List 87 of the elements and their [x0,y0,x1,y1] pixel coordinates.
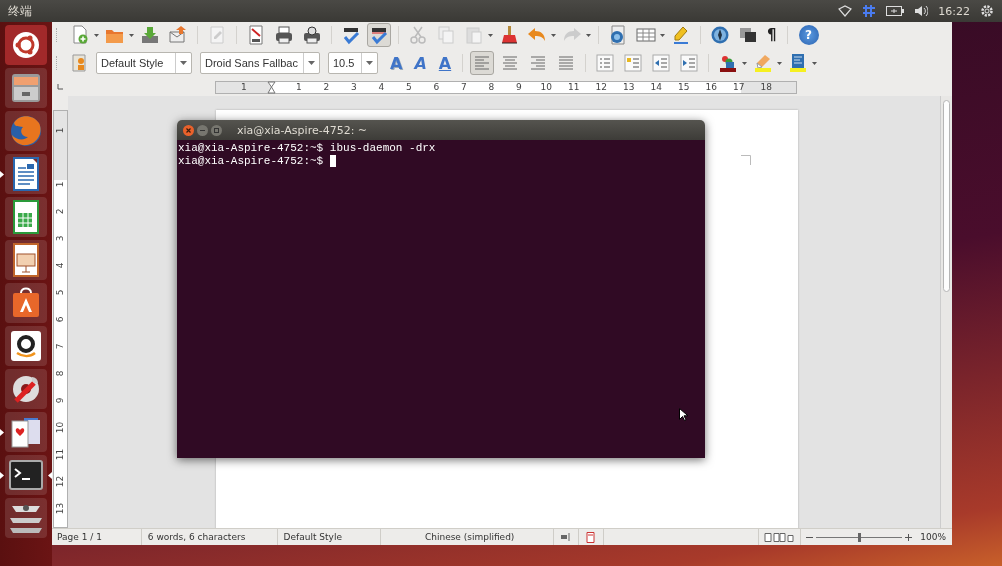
ruler-number: 11 [54,448,66,461]
paragraph-style-box[interactable]: Default Style [96,52,192,74]
ruler-number: 4 [54,262,66,269]
zoom-slider-thumb[interactable] [857,532,861,542]
ruler-number: 10 [539,82,553,92]
ruler-number: 11 [567,82,581,92]
ruler-number: 1 [54,181,66,188]
caret-icon[interactable] [551,33,556,37]
ruler-number: 12 [54,475,66,488]
ruler-number: 2 [54,208,66,215]
terminal-line: xia@xia-Aspire-4752:~$ ibus-daemon -drx [178,142,436,155]
ruler-number: 8 [487,82,496,92]
ruler-number: 5 [54,289,66,296]
ruler-number: 6 [54,316,66,323]
gear-icon[interactable] [980,4,994,18]
font-name-box[interactable]: Droid Sans Fallbac [200,52,320,74]
ruler-number: 12 [594,82,608,92]
drawer-icon[interactable] [5,68,47,108]
ruler-number: 10 [54,421,66,434]
caret-icon[interactable] [660,33,665,37]
ruler-number: 4 [377,82,386,92]
document-icon[interactable] [5,154,47,194]
ruler-number: 18 [759,82,773,92]
ruler-number: 3 [349,82,358,92]
ruler-number: 1 [54,127,66,134]
ruler-number: 15 [677,82,691,92]
ruler-number: 1 [294,82,303,92]
font-size-box[interactable]: 10.5 [328,52,378,74]
clock[interactable]: 16:22 [938,4,970,18]
caret-icon[interactable] [777,61,783,65]
stacked-panels-icon[interactable] [5,498,47,538]
scrollbar[interactable] [940,96,952,528]
underline-button[interactable]: A [434,53,456,73]
ruler-number: 1 [239,82,248,92]
speaker-icon[interactable] [914,5,929,17]
page-layout-icon[interactable] [763,532,794,542]
ruler-number: 7 [54,343,66,350]
wifi-icon[interactable] [838,5,853,17]
ruler-number: 8 [54,370,66,377]
ruler-number: 13 [622,82,636,92]
ruler-number: 9 [514,82,523,92]
mouse-pointer-icon [679,408,688,421]
page-count: Page 1 / 1 [52,529,142,545]
caret-icon[interactable] [742,61,748,65]
caret-icon[interactable] [586,33,591,37]
maximize-icon[interactable] [211,124,222,136]
document-modified-icon[interactable] [586,531,596,543]
zoom-percent[interactable]: 100% [915,529,952,545]
zoom-in-icon[interactable] [904,533,912,541]
keyboard-grid-icon[interactable] [862,4,877,18]
shadow-button[interactable]: A [386,53,407,73]
ruler-number: 5 [404,82,413,92]
caret-icon[interactable] [94,33,99,37]
italic-button[interactable]: A [410,53,431,73]
ruler-number: 13 [54,502,66,515]
presentation-icon[interactable] [5,240,47,280]
playing-cards-icon[interactable] [5,412,47,452]
caret-icon[interactable] [488,33,493,37]
window-title: 终端 [8,2,32,20]
margin-corner-icon [741,155,751,165]
page-style: Default Style [277,529,382,545]
ruler-number: 9 [54,397,66,404]
ruler-number: 14 [649,82,663,92]
ruler-number: 2 [322,82,331,92]
ring-logo-icon[interactable] [5,25,47,65]
spreadsheet-icon[interactable] [5,197,47,237]
insert-mode-icon[interactable] [560,533,571,541]
shopping-bag-icon[interactable] [5,283,47,323]
indent-marker-icon[interactable] [266,80,276,94]
word-count: 6 words, 6 characters [141,529,278,545]
terminal-icon[interactable] [5,455,47,495]
text-cursor-icon [329,155,336,167]
spellcheck-icon[interactable] [367,23,391,47]
ruler-number: 7 [459,82,468,92]
language: Chinese (simplified) [381,529,554,545]
ruler-number: 3 [54,235,66,242]
battery-icon[interactable] [886,6,905,16]
ruler-number: 16 [704,82,718,92]
minimize-icon[interactable] [197,124,208,136]
ruler-number: 17 [732,82,746,92]
caret-icon[interactable] [812,61,818,65]
ruler-number: 6 [432,82,441,92]
terminal-line: xia@xia-Aspire-4752:~$ [178,155,325,168]
caret-icon[interactable] [129,33,134,37]
terminal-title: xia@xia-Aspire-4752: ~ [237,123,368,137]
formatting-marks-button[interactable]: ¶ [764,26,780,44]
close-icon[interactable] [183,124,194,136]
